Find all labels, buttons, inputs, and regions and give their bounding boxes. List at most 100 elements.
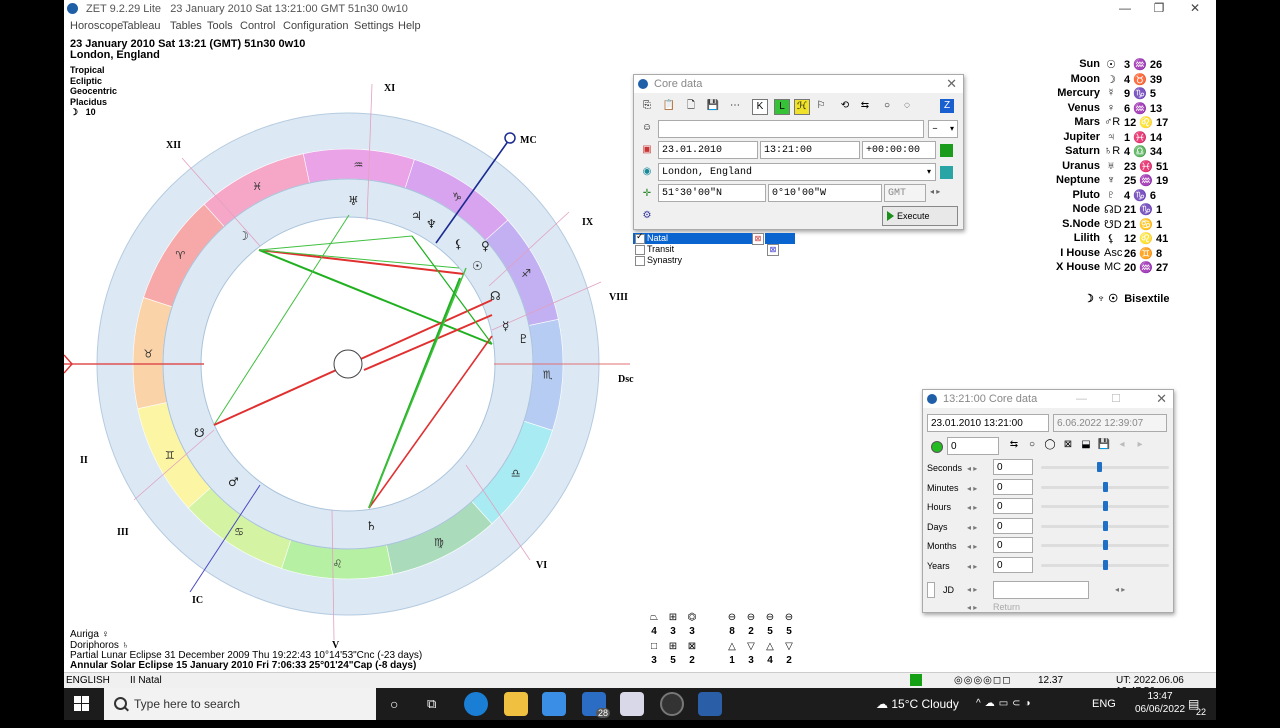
transit-chart-icon[interactable]: ⊠ — [767, 244, 779, 256]
return-stepper[interactable]: ◂ ▸ — [967, 603, 977, 612]
zone-input[interactable]: GMT — [884, 184, 926, 202]
time-step-stepper[interactable]: ◂ ▸ — [967, 464, 977, 473]
synastry-checkbox[interactable] — [635, 256, 645, 266]
menu-tools[interactable]: Tools — [207, 20, 233, 32]
file-explorer-icon[interactable] — [504, 692, 528, 716]
jd-stepper[interactable]: ◂ ▸ — [967, 585, 977, 594]
now-datetime-field[interactable]: 6.06.2022 12:39:07 — [1053, 414, 1167, 432]
menu-configuration[interactable]: Configuration — [283, 20, 348, 32]
jd-toggle[interactable] — [927, 582, 935, 598]
ring-icon[interactable]: ◯ — [1043, 438, 1057, 452]
menu-help[interactable]: Help — [398, 20, 421, 32]
natal-checkbox[interactable]: ✓ — [635, 231, 645, 244]
time-step-stepper[interactable]: ◂ ▸ — [967, 484, 977, 493]
natal-chart-icon[interactable]: ⊠ — [752, 233, 764, 245]
time-step-slider[interactable] — [1041, 520, 1169, 531]
slider-thumb[interactable] — [1103, 481, 1108, 492]
date-input[interactable]: 23.01.2010 — [658, 141, 758, 159]
time-step-stepper[interactable]: ◂ ▸ — [967, 523, 977, 532]
menu-control[interactable]: Control — [240, 20, 275, 32]
planet-row-i-house[interactable]: I House Asc 26 ♊ 8 — [1054, 247, 1184, 262]
menu-settings[interactable]: Settings — [354, 20, 394, 32]
planet-row-neptune[interactable]: Neptune ♆ 25 ♒ 19 — [1054, 174, 1184, 189]
edge-icon[interactable] — [464, 692, 488, 716]
k-button-icon[interactable]: K — [752, 99, 768, 115]
task-view-icon[interactable]: ⧉ — [427, 688, 436, 720]
time-input[interactable]: 13:21:00 — [760, 141, 860, 159]
planet-row-venus[interactable]: Venus ♀ 6 ♒ 13 — [1054, 102, 1184, 117]
menu-tables[interactable]: Tables — [170, 20, 202, 32]
time-step-stepper[interactable]: ◂ ▸ — [967, 562, 977, 571]
planet-row-saturn[interactable]: Saturn ♄R 4 ♎ 34 — [1054, 145, 1184, 160]
planet-row-x-house[interactable]: X House MC 20 ♒ 27 — [1054, 261, 1184, 276]
planet-row-lilith[interactable]: Lilith ⚸ 12 ♌ 41 — [1054, 232, 1184, 247]
time-step-stepper[interactable]: ◂ ▸ — [967, 542, 977, 551]
planet-row-s-node[interactable]: S.Node ☋D 21 ♋ 1 — [1054, 218, 1184, 233]
planet-row-jupiter[interactable]: Jupiter ♃ 1 ♓ 14 — [1054, 131, 1184, 146]
start-icon[interactable] — [74, 688, 90, 720]
execute-button[interactable]: Execute — [882, 206, 958, 226]
time-step-slider[interactable] — [1041, 540, 1169, 550]
mail-icon[interactable]: 28 — [582, 692, 610, 718]
swap-icon[interactable]: ⇆ — [1007, 438, 1021, 452]
place-input[interactable]: London, England ▾ — [658, 163, 936, 181]
person-icon[interactable]: ☺ — [640, 121, 654, 135]
flag-icon[interactable]: ⚐ — [814, 99, 828, 113]
l-button-icon[interactable]: L — [774, 99, 790, 115]
ring-icon[interactable]: ◌ — [900, 99, 914, 113]
time-step-input[interactable]: 0 — [993, 498, 1033, 514]
minimize-icon[interactable]: — — [1108, 1, 1142, 17]
close-icon[interactable]: ✕ — [1178, 1, 1212, 17]
status-control-icons[interactable]: ◎◎◎◎◻◻ — [954, 675, 1012, 686]
store-icon[interactable] — [542, 692, 566, 716]
list-icon[interactable]: ⋯ — [728, 99, 742, 113]
app-window-icon[interactable] — [620, 692, 644, 716]
atlas-button[interactable] — [940, 166, 953, 179]
time-step-slider[interactable] — [1041, 462, 1169, 472]
slider-thumb[interactable] — [1103, 540, 1108, 550]
menu-tableau[interactable]: Tableau — [122, 20, 161, 32]
time-control-close-icon[interactable]: ✕ — [1156, 390, 1167, 408]
swap-icon[interactable]: ⇆ — [858, 99, 872, 113]
next-icon[interactable]: ▸ — [1133, 438, 1147, 452]
calendar-icon[interactable]: ▣ — [640, 143, 654, 157]
step-value-input[interactable]: 0 — [947, 437, 999, 455]
transfer-icon[interactable]: ⬓ — [1079, 438, 1093, 452]
grid-icon[interactable]: ⊠ — [1061, 438, 1075, 452]
status-green-indicator[interactable] — [910, 674, 922, 686]
time-step-slider[interactable] — [1041, 559, 1169, 570]
time-step-input[interactable]: 0 — [993, 459, 1033, 475]
chart-name-input[interactable] — [658, 120, 924, 138]
globe-icon[interactable]: ◉ — [640, 165, 654, 179]
prev-icon[interactable]: ◂ — [1115, 438, 1129, 452]
jd-input[interactable] — [993, 581, 1089, 599]
input-language[interactable]: ENG — [1092, 688, 1116, 720]
longitude-input[interactable]: 0°10'00"W — [768, 184, 882, 202]
time-step-input[interactable]: 0 — [993, 478, 1033, 495]
time-step-input[interactable]: 0 — [993, 556, 1033, 573]
slider-thumb[interactable] — [1103, 501, 1108, 511]
h-button-icon[interactable]: ℋ — [794, 99, 810, 115]
time-step-input[interactable]: 0 — [993, 517, 1033, 534]
slider-thumb[interactable] — [1103, 520, 1108, 531]
new-icon[interactable]: 🗋 — [684, 99, 698, 113]
run-indicator-icon[interactable] — [931, 441, 943, 453]
taskbar-search-box[interactable]: Type here to search — [104, 688, 376, 720]
copy-icon[interactable]: ⎘ — [640, 99, 654, 113]
time-step-stepper[interactable]: ◂ ▸ — [967, 503, 977, 512]
time-step-input[interactable]: 0 — [993, 537, 1033, 553]
taskbar-clock[interactable]: 13:47 06/06/2022 — [1134, 690, 1186, 716]
planet-row-uranus[interactable]: Uranus ♅ 23 ♓ 51 — [1054, 160, 1184, 175]
planet-row-mercury[interactable]: Mercury ☿ 9 ♑ 5 — [1054, 87, 1184, 102]
circle-icon[interactable]: ○ — [880, 99, 894, 113]
circle-icon[interactable]: ○ — [1025, 438, 1039, 452]
time-control-maximize-icon[interactable]: ☐ — [1111, 390, 1121, 408]
weather-widget[interactable]: ☁ 15°C Cloudy — [876, 688, 959, 720]
notification-icon[interactable]: ▤ 22 — [1188, 688, 1206, 720]
planet-row-pluto[interactable]: Pluto ♇ 4 ♑ 6 — [1054, 189, 1184, 204]
tray-icons[interactable]: ^☁▭⊂◑ — [976, 688, 1035, 720]
slider-thumb[interactable] — [1097, 462, 1102, 472]
now-button[interactable] — [940, 144, 953, 157]
z-button-icon[interactable]: Z — [940, 99, 954, 113]
maximize-icon[interactable]: ❐ — [1142, 1, 1176, 17]
